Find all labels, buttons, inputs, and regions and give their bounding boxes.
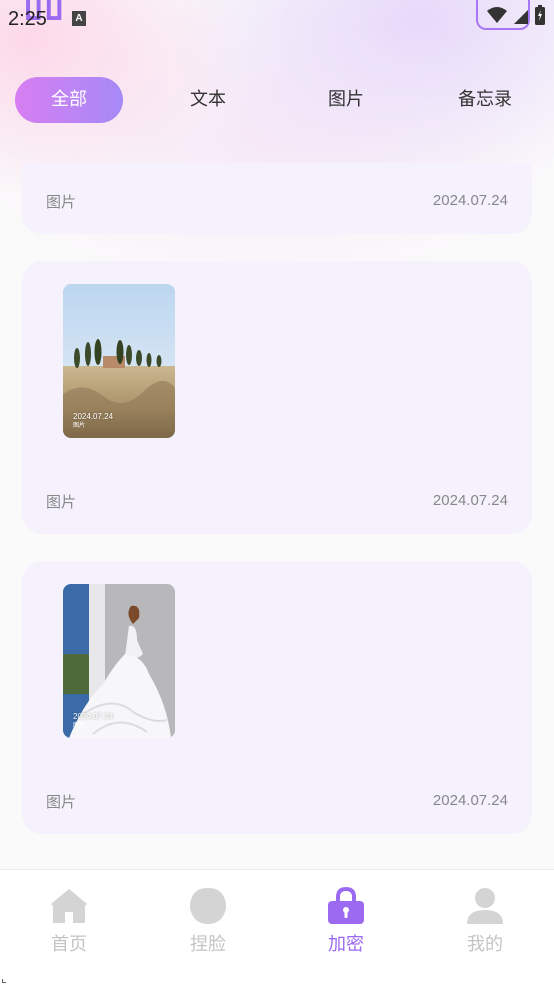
battery-icon — [535, 5, 545, 25]
thumbnail-image[interactable]: 2024.07.24 图片 — [63, 584, 175, 738]
nav-home[interactable]: 首页 — [29, 886, 109, 956]
notification-a-icon: A — [72, 11, 86, 26]
nav-mine[interactable]: 我的 — [445, 886, 525, 956]
nav-mine-label: 我的 — [467, 934, 503, 955]
lock-icon — [328, 886, 364, 924]
thumbnail-type: 图片 — [73, 422, 86, 429]
tab-image[interactable]: 图片 — [292, 77, 400, 123]
wifi-icon — [487, 7, 507, 23]
nav-home-label: 首页 — [51, 934, 87, 955]
status-bar: ▯▯ 2:25 A — [0, 0, 554, 40]
list-item[interactable]: 图片 2024.07.24 — [22, 163, 532, 234]
item-type-label: 图片 — [46, 493, 77, 511]
nav-encrypt-label: 加密 — [328, 934, 364, 955]
item-type-label: 图片 — [46, 793, 77, 811]
item-type-label: 图片 — [46, 193, 77, 211]
tab-memo[interactable]: 备忘录 — [430, 77, 540, 123]
tab-text[interactable]: 文本 — [154, 77, 262, 123]
item-date: 2024.07.24 — [432, 492, 508, 509]
list-item[interactable]: 2024.07.24 图片 图片 2024.07.24 — [22, 561, 532, 834]
header-background — [0, 0, 554, 300]
home-icon — [51, 889, 87, 923]
category-tabs: 全部 文本 图片 备忘录 — [0, 77, 554, 123]
user-icon — [467, 888, 503, 924]
item-date: 2024.07.24 — [432, 792, 508, 809]
nav-face-label: 捏脸 — [190, 934, 226, 955]
face-icon — [189, 888, 227, 924]
bottom-navigation: 首页 捏脸 加密 我的 — [0, 869, 554, 985]
tab-all[interactable]: 全部 — [15, 77, 123, 123]
corner-mark — [2, 979, 6, 983]
nav-encrypt[interactable]: 加密 — [306, 886, 386, 956]
status-icons — [486, 4, 546, 26]
status-time: 2:25 — [8, 8, 47, 30]
thumbnail-image[interactable]: 2024.07.24 图片 — [63, 284, 175, 438]
thumbnail-type: 图片 — [73, 722, 86, 729]
list-item[interactable]: 2024.07.24 图片 图片 2024.07.24 — [22, 261, 532, 534]
nav-face[interactable]: 捏脸 — [168, 886, 248, 956]
item-date: 2024.07.24 — [432, 192, 508, 209]
signal-icon — [514, 10, 528, 24]
